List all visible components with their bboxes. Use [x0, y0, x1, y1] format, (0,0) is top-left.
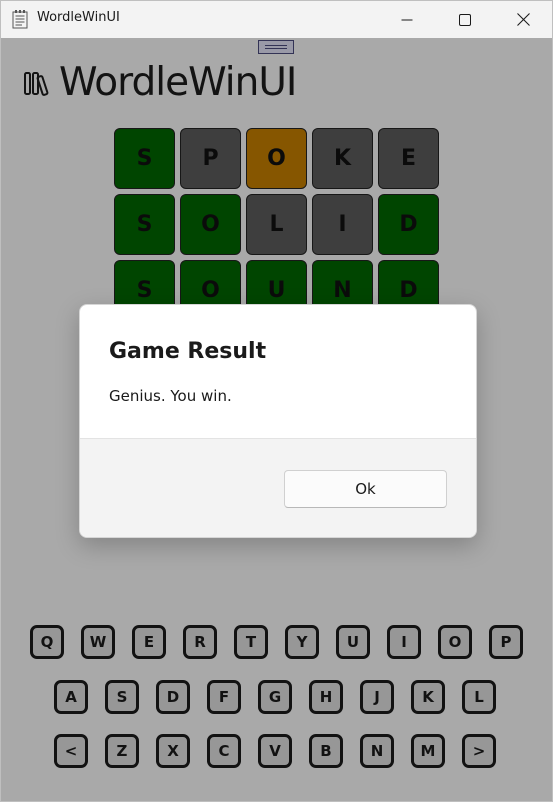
maximize-button[interactable] [436, 1, 494, 38]
maximize-icon [459, 13, 471, 26]
window-title: WordleWinUI [37, 10, 120, 25]
app-window: WordleWinUI WordleWinUI SPOKESOLIDS O U … [0, 0, 553, 802]
title-bar[interactable]: WordleWinUI [1, 1, 552, 38]
notepad-icon [12, 10, 28, 29]
close-icon [516, 13, 530, 26]
dialog-message: Genius. You win. [109, 387, 232, 405]
dialog-footer: Ok [80, 438, 476, 537]
minimize-button[interactable] [378, 1, 436, 38]
minimize-icon [401, 19, 413, 20]
dialog-title: Game Result [109, 339, 267, 364]
game-result-dialog: Game Result Genius. You win. Ok [79, 304, 477, 538]
ok-button[interactable]: Ok [284, 470, 447, 508]
close-button[interactable] [494, 1, 552, 38]
